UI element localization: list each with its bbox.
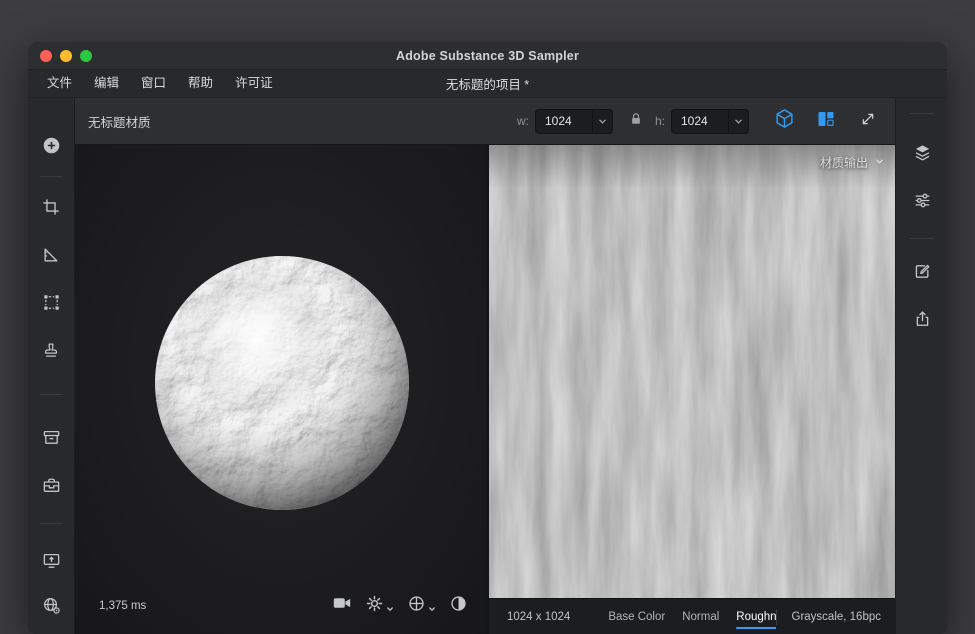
transform-tool-button[interactable] bbox=[37, 288, 65, 316]
viewport-3d[interactable]: 1,375 ms bbox=[75, 145, 486, 634]
toolbox-icon bbox=[42, 476, 61, 495]
right-toolbar bbox=[895, 98, 947, 634]
environment-gear-icon bbox=[42, 596, 61, 615]
chevron-down-icon bbox=[874, 156, 885, 170]
width-select[interactable]: 1024 bbox=[535, 109, 613, 134]
viewport-split: 1,375 ms bbox=[75, 145, 895, 634]
edit-icon bbox=[913, 262, 932, 281]
split-view-icon bbox=[816, 109, 836, 134]
fullscreen-button[interactable] bbox=[855, 108, 881, 134]
chevron-down-icon bbox=[728, 110, 748, 133]
environment-button[interactable] bbox=[407, 594, 436, 618]
render-settings-button[interactable] bbox=[365, 594, 394, 618]
width-label: w: bbox=[517, 114, 529, 128]
tab-roughness[interactable]: Roughness bbox=[736, 599, 775, 634]
divider bbox=[40, 394, 63, 395]
window-controls bbox=[40, 42, 92, 69]
crop-icon bbox=[42, 198, 60, 216]
close-window-button[interactable] bbox=[40, 50, 52, 62]
menu-window[interactable]: 窗口 bbox=[130, 70, 177, 97]
gear-icon bbox=[365, 594, 384, 618]
tab-base-color[interactable]: Base Color bbox=[608, 599, 665, 634]
width-value: 1024 bbox=[536, 114, 592, 128]
environment-settings-button[interactable] bbox=[37, 591, 65, 619]
material-name: 无标题材质 bbox=[88, 112, 151, 131]
measure-icon bbox=[42, 246, 60, 264]
chevron-down-icon bbox=[386, 600, 394, 618]
left-toolbar bbox=[28, 98, 75, 634]
transform-icon bbox=[42, 293, 61, 312]
app-body: 无标题材质 w: 1024 h: bbox=[28, 98, 947, 634]
height-label: h: bbox=[655, 114, 665, 128]
toolbox-button[interactable] bbox=[37, 471, 65, 499]
fullscreen-icon bbox=[859, 110, 877, 133]
material-output-dropdown[interactable]: 材质输出 bbox=[820, 154, 885, 171]
menu-help[interactable]: 帮助 bbox=[177, 70, 224, 97]
stamp-icon bbox=[42, 341, 60, 359]
app-window: Adobe Substance 3D Sampler 文件 编辑 窗口 帮助 许… bbox=[28, 42, 947, 634]
material-preview-sphere[interactable] bbox=[154, 255, 410, 511]
exposure-icon bbox=[449, 594, 468, 618]
assets-drawer-button[interactable] bbox=[37, 423, 65, 451]
export-icon bbox=[913, 309, 932, 328]
chevron-down-icon bbox=[592, 110, 612, 133]
split-view-button[interactable] bbox=[813, 108, 839, 134]
texture-resolution: 1024 x 1024 bbox=[507, 611, 570, 623]
camera-button[interactable] bbox=[332, 593, 352, 618]
adjustments-panel-button[interactable] bbox=[908, 186, 936, 214]
material-output-label: 材质输出 bbox=[820, 154, 868, 171]
render-time: 1,375 ms bbox=[99, 600, 146, 612]
layers-icon bbox=[913, 143, 932, 162]
divider bbox=[910, 238, 934, 239]
desktop-background: Adobe Substance 3D Sampler 文件 编辑 窗口 帮助 许… bbox=[0, 0, 975, 634]
menu-edit[interactable]: 编辑 bbox=[83, 70, 130, 97]
lock-icon bbox=[628, 111, 644, 132]
toolbar: 无标题材质 w: 1024 h: bbox=[75, 98, 895, 145]
project-title: 无标题的项目 * bbox=[446, 74, 529, 93]
adjustments-icon bbox=[913, 191, 932, 210]
display-share-icon bbox=[42, 551, 61, 570]
menu-file[interactable]: 文件 bbox=[36, 70, 83, 97]
measure-tool-button[interactable] bbox=[37, 241, 65, 269]
channel-bar: 1024 x 1024 Base Color Normal Roughness … bbox=[489, 598, 895, 634]
add-icon bbox=[42, 136, 61, 155]
stamp-tool-button[interactable] bbox=[37, 336, 65, 364]
toolbar-right-group: w: 1024 h: 1024 bbox=[517, 108, 881, 134]
tab-normal[interactable]: Normal bbox=[682, 599, 719, 634]
divider bbox=[40, 523, 63, 524]
toggle-3d-view-button[interactable] bbox=[771, 108, 797, 134]
height-select[interactable]: 1024 bbox=[671, 109, 749, 134]
divider bbox=[776, 609, 777, 625]
menu-license[interactable]: 许可证 bbox=[224, 70, 284, 97]
roughness-texture bbox=[489, 145, 895, 634]
send-to-button[interactable] bbox=[37, 546, 65, 574]
edit-panel-button[interactable] bbox=[908, 257, 936, 285]
divider bbox=[40, 176, 63, 177]
drawer-icon bbox=[42, 428, 61, 447]
zoom-window-button[interactable] bbox=[80, 50, 92, 62]
minimize-window-button[interactable] bbox=[60, 50, 72, 62]
titlebar: Adobe Substance 3D Sampler bbox=[28, 42, 947, 70]
channel-tabs: Base Color Normal Roughness M bbox=[608, 599, 775, 634]
viewport-3d-controls bbox=[332, 593, 468, 618]
layers-panel-button[interactable] bbox=[908, 138, 936, 166]
window-title: Adobe Substance 3D Sampler bbox=[396, 49, 579, 63]
crop-tool-button[interactable] bbox=[37, 193, 65, 221]
export-button[interactable] bbox=[908, 304, 936, 332]
lock-aspect-button[interactable] bbox=[623, 108, 649, 134]
viewport-3d-statusbar: 1,375 ms bbox=[99, 593, 468, 618]
chevron-down-icon bbox=[428, 600, 436, 618]
format-group: Grayscale, 16bpc bbox=[776, 609, 882, 625]
add-asset-button[interactable] bbox=[37, 131, 65, 159]
height-value: 1024 bbox=[672, 114, 728, 128]
menubar: 文件 编辑 窗口 帮助 许可证 无标题的项目 * bbox=[28, 70, 947, 98]
divider bbox=[910, 113, 934, 114]
cube-3d-icon bbox=[774, 108, 795, 134]
viewport-2d[interactable]: 材质输出 1024 x 1024 Base Color Normal Rough… bbox=[489, 145, 895, 634]
exposure-button[interactable] bbox=[449, 594, 468, 618]
camera-icon bbox=[332, 593, 352, 618]
texture-format: Grayscale, 16bpc bbox=[792, 611, 882, 623]
crosshair-globe-icon bbox=[407, 594, 426, 618]
center-column: 无标题材质 w: 1024 h: bbox=[75, 98, 895, 634]
